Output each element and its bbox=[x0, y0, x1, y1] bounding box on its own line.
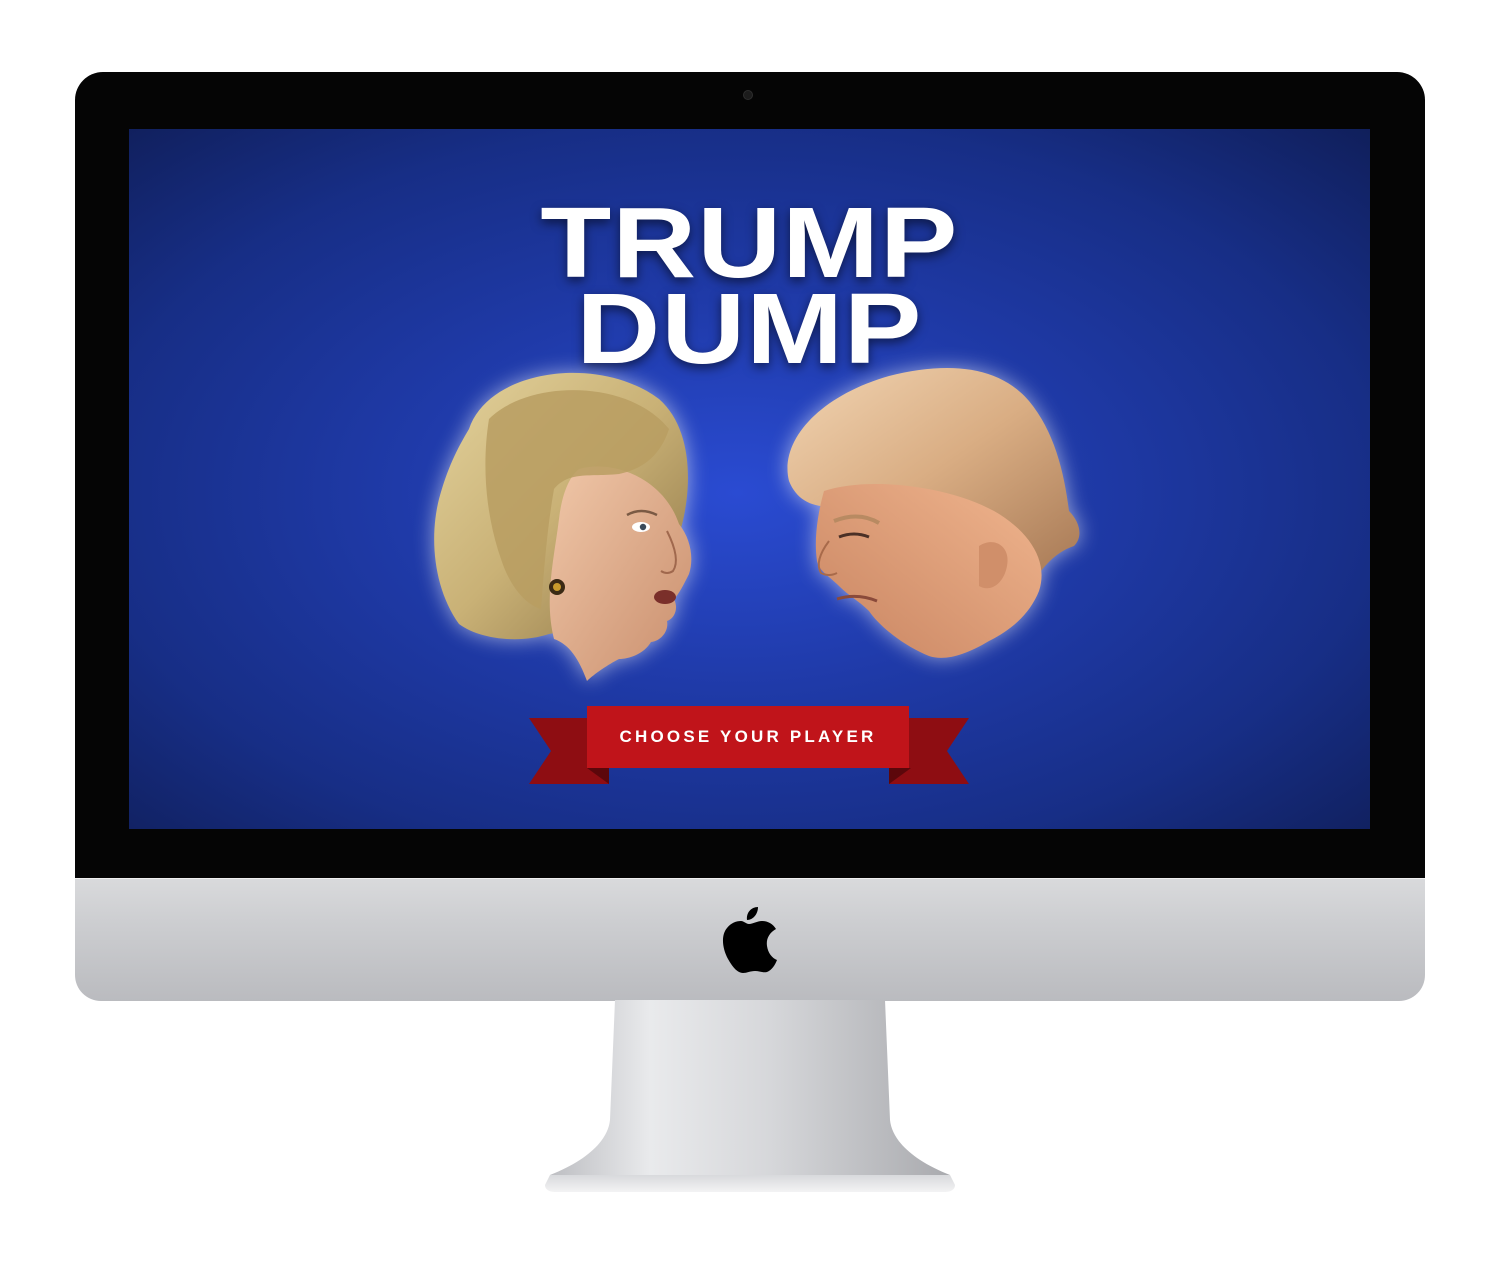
player-left-portrait-icon[interactable] bbox=[429, 359, 709, 684]
monitor-stand bbox=[545, 1000, 955, 1192]
apple-logo-icon bbox=[722, 907, 777, 973]
camera-icon bbox=[743, 90, 753, 100]
choose-player-label[interactable]: CHOOSE YOUR PLAYER bbox=[587, 706, 909, 768]
game-title-line-2: DUMP bbox=[576, 273, 923, 385]
choose-player-banner[interactable]: CHOOSE YOUR PLAYER bbox=[529, 706, 969, 786]
game-screen: TRUMP DUMP CHOOSE YOUR PLAYER bbox=[129, 129, 1370, 829]
player-right-portrait-icon[interactable] bbox=[779, 361, 1089, 671]
device-mockup: TRUMP DUMP CHOOSE YOUR PLAYER bbox=[0, 0, 1500, 1265]
